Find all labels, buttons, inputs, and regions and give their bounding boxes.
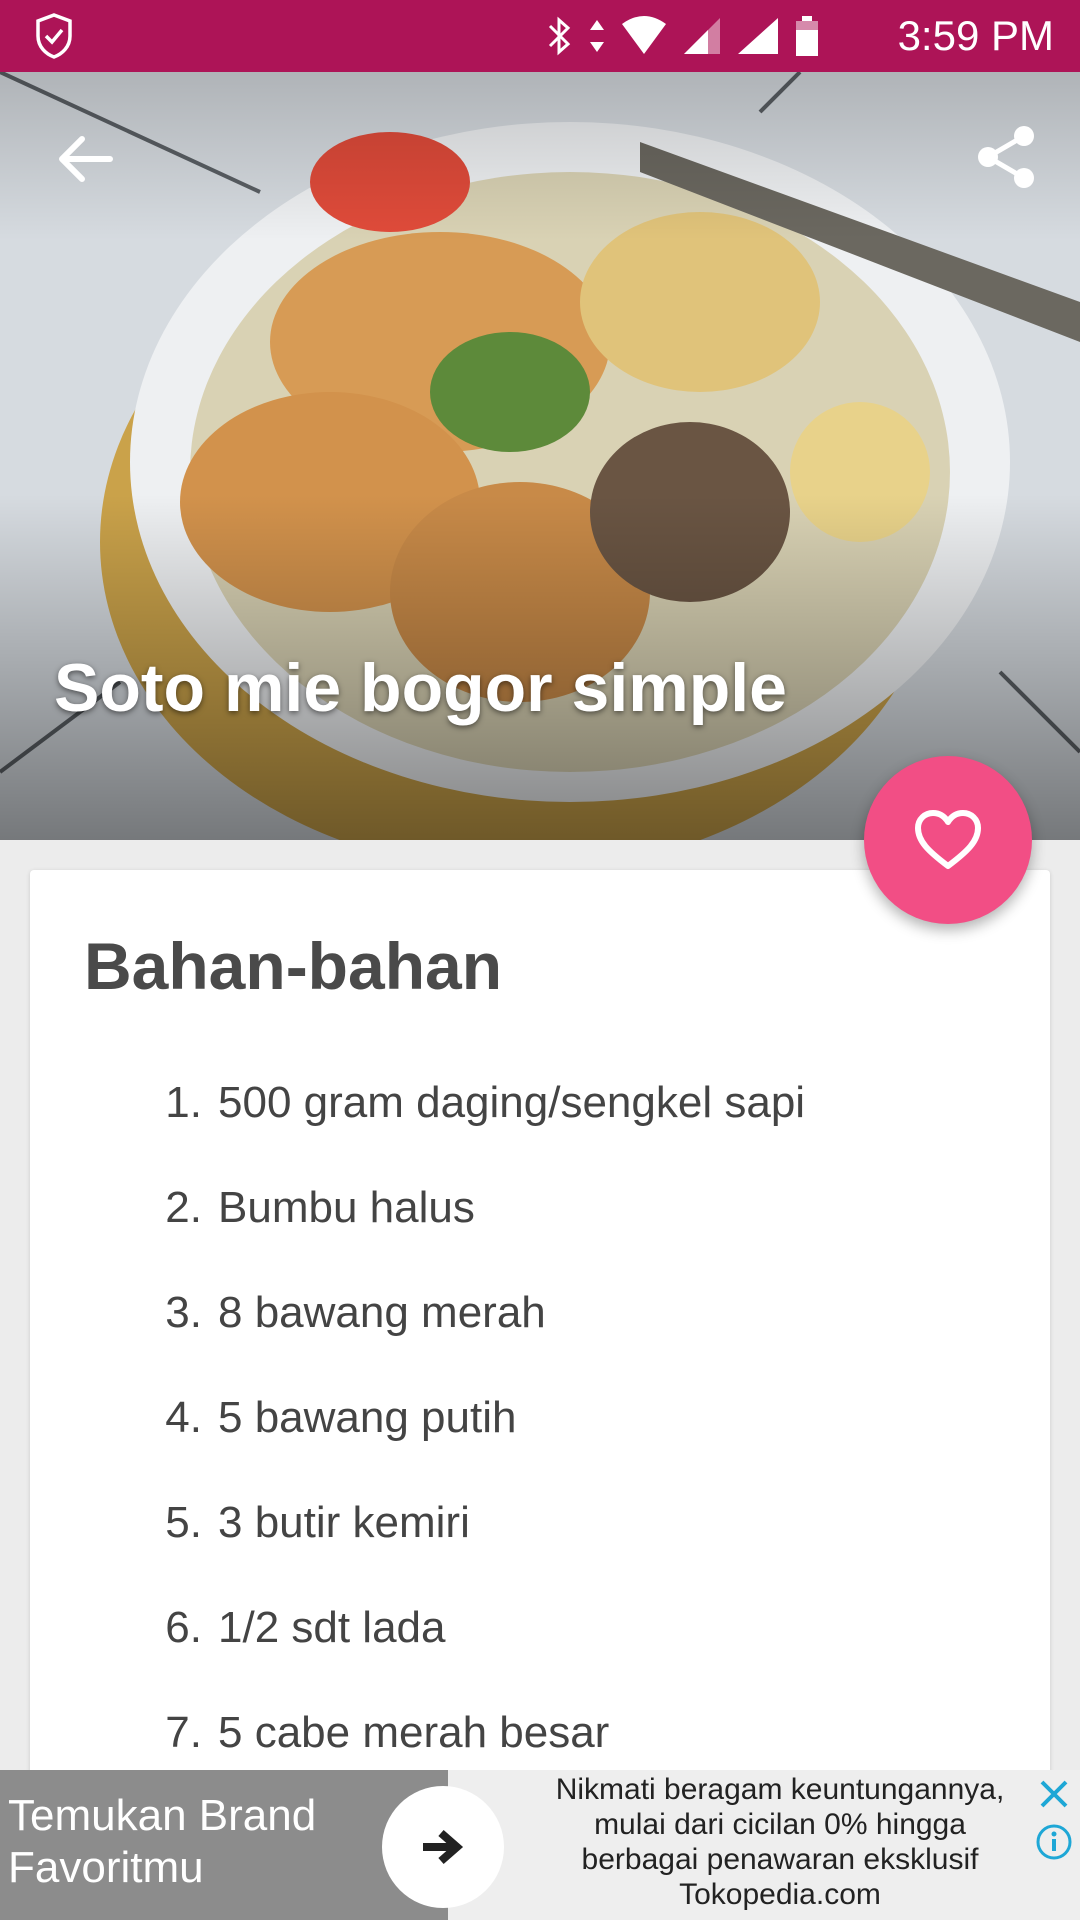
ad-body-line: berbagai penawaran eksklusif [581,1843,979,1876]
share-icon[interactable] [972,122,1042,192]
list-item: 2. Bumbu halus [165,1182,475,1232]
ingredients-list: 1. 500 gram daging/sengkel sapi 2. Bumbu h… [150,1050,1010,1785]
data-arrows-icon [590,20,604,52]
arrow-back-icon[interactable] [50,124,120,194]
signal-icon [738,18,778,54]
ad-headline: Temukan Brand Favoritmu [8,1791,317,1892]
close-x-icon[interactable] [1034,1774,1074,1814]
list-item: 6. 1/2 sdt lada [165,1602,446,1652]
heart-outline-icon [915,810,981,869]
recipe-hero: Soto mie bogor simple [0,72,1080,840]
system-icons [546,14,820,58]
ad-banner[interactable]: Temukan Brand Favoritmu Nikmati beragam … [0,1770,1080,1920]
favorite-button[interactable] [864,756,1032,924]
battery-icon [796,16,818,56]
list-item: 5. 3 butir kemiri [165,1497,470,1547]
ad-body-line: mulai dari cicilan 0% hingga [594,1808,966,1841]
bluetooth-icon [548,16,571,56]
ad-body: Nikmati beragam keuntungannya, mulai dar… [510,1772,1050,1912]
info-icon[interactable] [1034,1822,1074,1862]
ad-body-line: Tokopedia.com [679,1878,881,1911]
ad-cta-button[interactable] [382,1786,504,1908]
list-item: 1. 500 gram daging/sengkel sapi [165,1077,806,1127]
ingredients-heading: Bahan-bahan [84,929,503,1003]
shield-check-icon [36,13,72,59]
clock: 3:59 PM [897,12,1054,59]
ad-body-line: Nikmati beragam keuntungannya, [555,1773,1005,1806]
arrow-right-icon [423,1829,464,1865]
wifi-icon [622,16,666,54]
signal-icon [684,18,720,54]
list-item: 4. 5 bawang putih [165,1392,517,1442]
recipe-title: Soto mie bogor simple [54,650,787,726]
list-item: 3. 8 bawang merah [165,1287,546,1337]
ingredients-card: Bahan-bahan 1. 500 gram daging/sengkel sa… [30,870,1050,1920]
status-bar: 3:59 PM [0,0,1080,72]
